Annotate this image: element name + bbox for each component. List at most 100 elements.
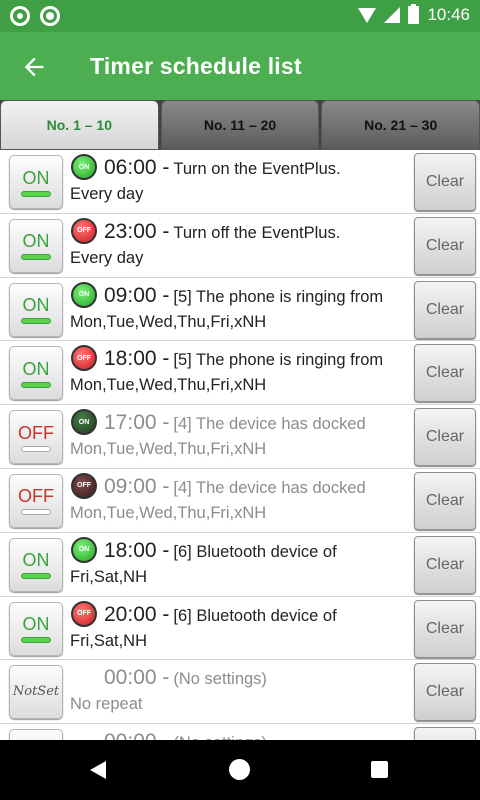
- clear-button[interactable]: Clear: [414, 216, 476, 275]
- status-time: 10:46: [427, 5, 470, 24]
- enable-toggle-button[interactable]: ON: [9, 346, 63, 401]
- tab-no-11-20[interactable]: No. 11 – 20: [160, 100, 320, 150]
- toggle-label: ON: [22, 231, 50, 252]
- back-arrow-icon[interactable]: [20, 53, 48, 81]
- status-right: 10:46: [358, 4, 470, 25]
- power-on-icon: ON: [71, 281, 97, 308]
- clear-button[interactable]: Clear: [414, 408, 476, 467]
- schedule-time: 00:00 -: [104, 730, 169, 740]
- schedule-repeat: Mon,Tue,Wed,Thu,Fri,xNH: [70, 376, 267, 395]
- table-row[interactable]: ON OFF 18:00 - [5] The phone is ringing fro…: [0, 341, 480, 406]
- schedule-summary: 17:00 - [4] The device has docked: [104, 411, 408, 435]
- enable-toggle-button[interactable]: ON: [9, 537, 63, 592]
- table-row[interactable]: NotSet 00:00 - (No settings) No repeat Clear: [0, 660, 480, 725]
- schedule-summary: 06:00 - Turn on the EventPlus.: [104, 156, 408, 180]
- status-notification-icons: [10, 6, 60, 26]
- table-row[interactable]: ON ON 06:00 - Turn on the EventPlus. Every d…: [0, 150, 480, 214]
- clear-button[interactable]: Clear: [414, 153, 476, 211]
- schedule-action: [5] The phone is ringing from: [173, 351, 384, 370]
- clear-button[interactable]: Clear: [414, 280, 476, 339]
- settings-notification-icon: [10, 6, 30, 26]
- toggle-label: OFF: [18, 486, 54, 507]
- toggle-label: ON: [22, 550, 50, 571]
- toggle-indicator: [21, 318, 51, 325]
- power-on-icon: ON: [71, 154, 97, 180]
- nav-home-icon[interactable]: [229, 759, 250, 780]
- power-on-icon: ON: [71, 409, 97, 436]
- toggle-indicator: [21, 381, 51, 388]
- schedule-summary: 23:00 - Turn off the EventPlus.: [104, 220, 408, 244]
- enable-toggle-button[interactable]: ON: [9, 155, 63, 209]
- clear-button[interactable]: Clear: [414, 535, 476, 594]
- enable-toggle-button[interactable]: NotSet: [9, 665, 63, 720]
- schedule-repeat: Mon,Tue,Wed,Thu,Fri,xNH: [70, 312, 267, 331]
- schedule-summary: 00:00 -(No settings): [104, 730, 408, 740]
- schedule-summary: 20:00 - [6] Bluetooth device of: [104, 603, 408, 627]
- schedule-summary: 18:00 - [5] The phone is ringing from: [104, 347, 408, 371]
- tab-no-21-30[interactable]: No. 21 – 30: [321, 100, 480, 150]
- tab-no-1-10[interactable]: No. 1 – 10: [0, 100, 159, 150]
- schedule-repeat: Fri,Sat,NH: [70, 567, 148, 586]
- schedule-time: 00:00 -: [104, 666, 170, 690]
- wifi-icon: [358, 7, 377, 23]
- enable-toggle-button[interactable]: OFF: [9, 410, 63, 465]
- toggle-label: ON: [22, 295, 50, 316]
- badge-label: ON: [78, 291, 90, 299]
- enable-toggle-button[interactable]: ON: [9, 218, 63, 273]
- clear-button[interactable]: Clear: [414, 344, 476, 403]
- table-row[interactable]: NotSet 00:00 -(No settings): [0, 724, 480, 740]
- toggle-label: NotSet: [12, 684, 60, 700]
- schedule-summary: 09:00 - [5] The phone is ringing from: [104, 284, 408, 308]
- power-off-icon: OFF: [71, 472, 97, 499]
- schedule-action: Turn off the EventPlus.: [173, 223, 341, 242]
- table-row[interactable]: OFF OFF 09:00 - [4] The device has docked Mo…: [0, 468, 480, 533]
- table-row[interactable]: ON OFF 20:00 - [6] Bluetooth device of Fri,S…: [0, 596, 480, 661]
- table-row[interactable]: ON ON 18:00 - [6] Bluetooth device of Fri,Sa…: [0, 532, 480, 597]
- nav-back-icon[interactable]: [90, 761, 106, 779]
- tab-bar: No. 1 – 10 No. 11 – 20 No. 21 – 30: [0, 100, 480, 152]
- toggle-label: ON: [22, 167, 50, 188]
- power-off-icon: OFF: [71, 217, 97, 244]
- toggle-indicator: [21, 509, 51, 516]
- toggle-indicator: [21, 573, 51, 580]
- clear-button[interactable]: [414, 727, 476, 740]
- schedule-repeat: Mon,Tue,Wed,Thu,Fri,xNH: [70, 503, 267, 522]
- schedule-time: 06:00 -: [104, 156, 170, 179]
- enable-toggle-button[interactable]: NotSet: [9, 729, 63, 740]
- badge-label: OFF: [77, 482, 91, 490]
- clear-button[interactable]: Clear: [414, 663, 476, 722]
- clear-button[interactable]: Clear: [414, 471, 476, 530]
- schedule-time: 23:00 -: [104, 219, 170, 243]
- schedule-time: 18:00 -: [104, 538, 170, 562]
- battery-icon: [408, 4, 420, 24]
- badge-label: ON: [78, 546, 90, 554]
- schedule-time: 09:00 -: [104, 283, 170, 307]
- schedule-time: 17:00 -: [104, 411, 170, 435]
- schedule-action: [4] The device has docked: [173, 415, 366, 434]
- table-row[interactable]: ON ON 09:00 - [5] The phone is ringing from…: [0, 277, 480, 342]
- badge-label: OFF: [77, 610, 91, 618]
- schedule-summary: 00:00 -(No settings): [104, 666, 408, 690]
- schedule-action: [4] The device has docked: [173, 478, 366, 497]
- table-row[interactable]: OFF ON 17:00 - [4] The device has docked Mon…: [0, 405, 480, 469]
- cell-signal-icon: [384, 7, 401, 23]
- schedule-summary: 09:00 - [4] The device has docked: [104, 475, 408, 499]
- schedule-time: 09:00 -: [104, 474, 170, 498]
- schedule-action: Turn on the EventPlus.: [173, 160, 341, 178]
- badge-label: ON: [78, 163, 90, 171]
- clear-button[interactable]: Clear: [414, 599, 476, 658]
- enable-toggle-button[interactable]: OFF: [9, 473, 63, 528]
- schedule-action: [6] Bluetooth device of: [173, 606, 337, 625]
- toggle-label: OFF: [18, 422, 54, 443]
- table-row[interactable]: ON OFF 23:00 - Turn off the EventPlus. Every…: [0, 213, 480, 278]
- enable-toggle-button[interactable]: ON: [9, 282, 63, 337]
- toggle-indicator: [21, 637, 51, 644]
- record-notification-icon: [40, 6, 60, 26]
- navigation-bar: [0, 740, 480, 800]
- power-off-icon: OFF: [71, 345, 97, 372]
- nav-recents-icon[interactable]: [371, 761, 388, 778]
- power-off-icon: OFF: [71, 600, 97, 627]
- enable-toggle-button[interactable]: ON: [9, 601, 63, 656]
- status-bar: 10:46: [0, 0, 480, 32]
- toggle-indicator: [21, 445, 51, 452]
